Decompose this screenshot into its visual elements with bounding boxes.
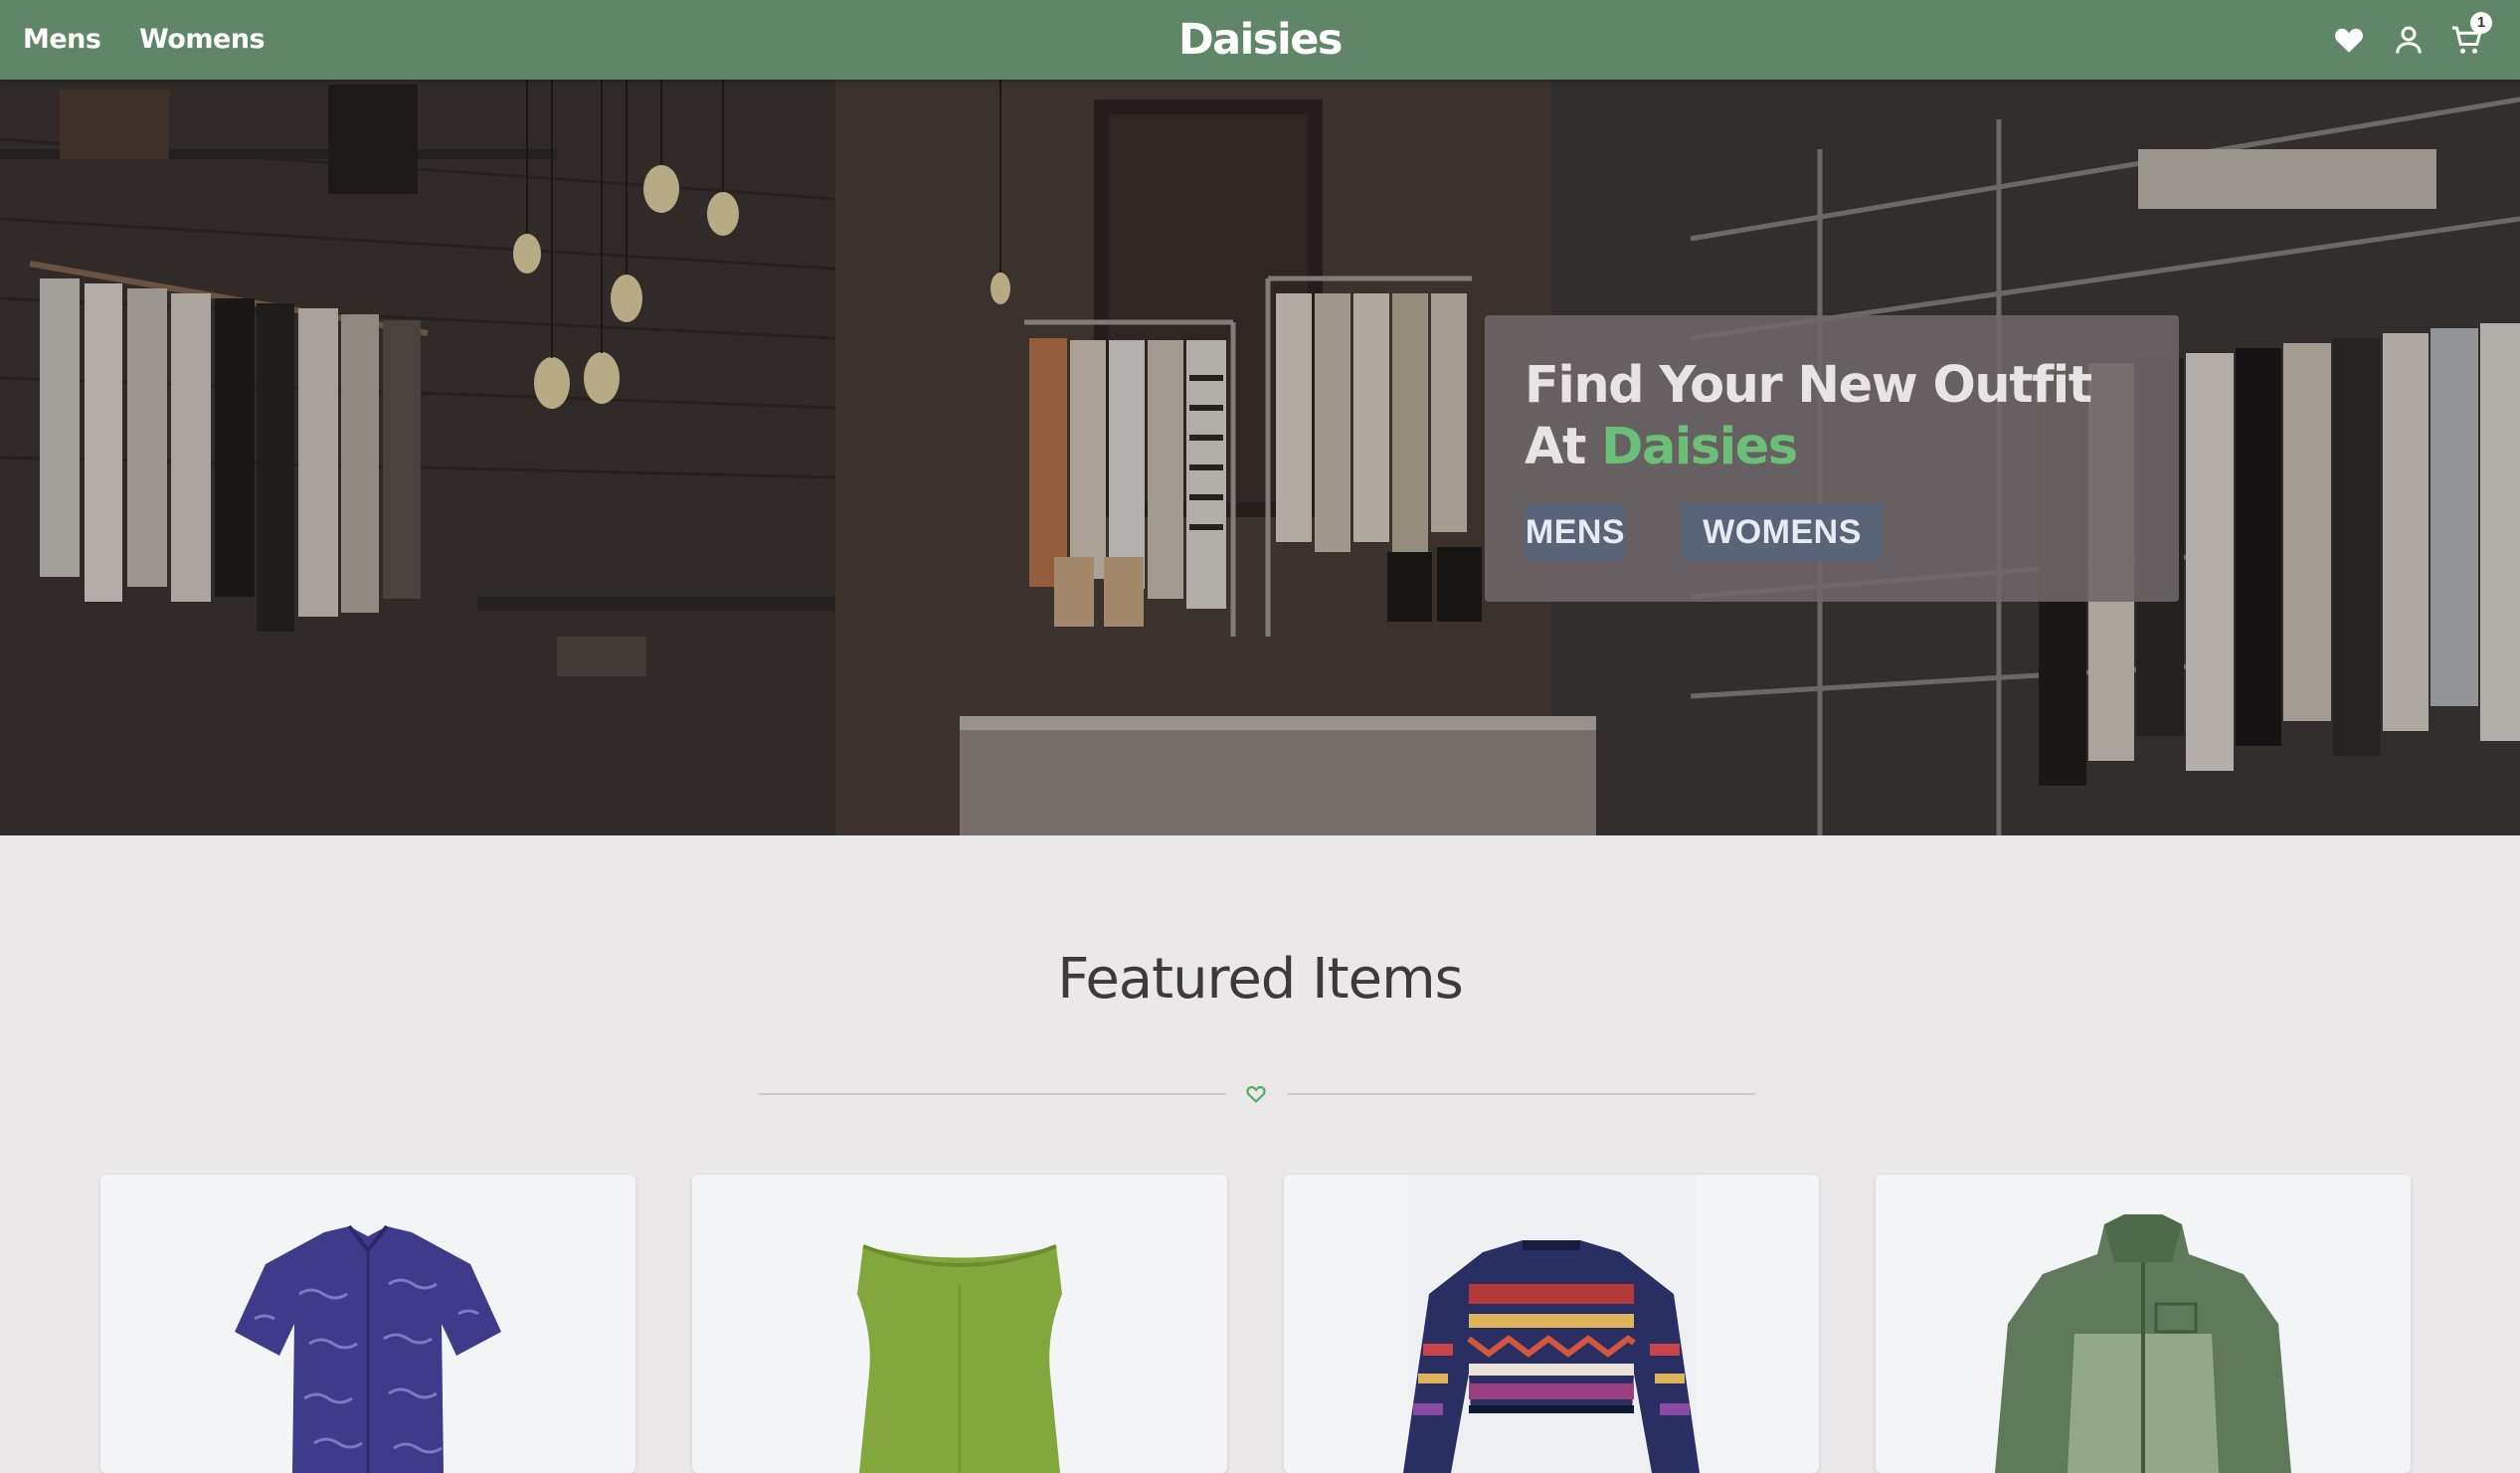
product-card-green-top[interactable] [692,1175,1227,1473]
hero-banner: Find Your New Outfit At Daisies MENS WOM… [0,80,2520,835]
product-card-patterned-shirt[interactable] [100,1175,635,1473]
heart-icon[interactable] [2331,22,2367,58]
product-image-jacket [1995,1214,2291,1473]
featured-section-title: Featured Items [1057,947,1464,1012]
shop-womens-button[interactable]: WOMENS [1682,503,1883,561]
divider-line-right [1288,1093,1755,1095]
brand-logo[interactable]: Daisies [1094,0,1426,80]
product-image-tank-top [857,1244,1062,1473]
hero-title-at: At [1525,418,1602,476]
heart-outline-icon [1244,1082,1268,1106]
hero-title-line1: Find Your New Outfit [1525,356,2092,415]
product-card-patterned-sweater[interactable] [1284,1175,1819,1473]
user-icon[interactable] [2391,22,2427,58]
hero-cta-panel: Find Your New Outfit At Daisies MENS WOM… [1485,315,2179,602]
hero-title: Find Your New Outfit At Daisies [1525,355,2161,478]
cart-count-badge: 1 [2470,12,2492,34]
divider-line-left [759,1093,1226,1095]
nav-link-mens[interactable]: Mens [23,0,101,80]
hero-title-brand: Daisies [1601,418,1798,476]
product-card-green-jacket[interactable] [1876,1175,2411,1473]
product-image-shirt [235,1224,501,1473]
shop-mens-button[interactable]: MENS [1525,503,1626,561]
product-image-sweater [1403,1240,1700,1473]
top-navigation-bar: Mens Womens Daisies 1 [0,0,2520,80]
nav-link-womens[interactable]: Womens [139,0,266,80]
